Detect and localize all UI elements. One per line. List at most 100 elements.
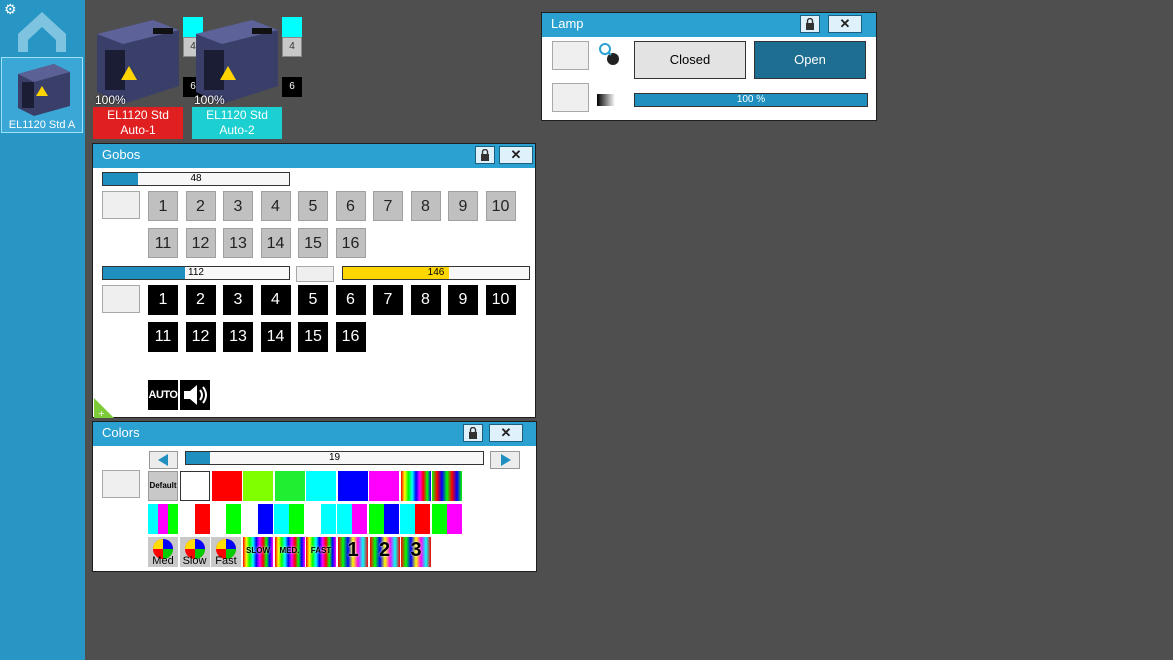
gobo-button[interactable]: 8 xyxy=(410,191,441,221)
split-color-swatch[interactable] xyxy=(211,504,241,534)
gobo-wheel2-slider[interactable]: 112 xyxy=(102,266,290,280)
lock-icon[interactable] xyxy=(475,146,495,164)
speed-wheel-button[interactable]: Slow xyxy=(179,537,210,567)
gobo-button[interactable]: 6 xyxy=(335,285,366,315)
fixture-name-badge: EL1120 Std Auto-1 xyxy=(93,107,183,139)
gobo-button[interactable]: 9 xyxy=(448,191,478,221)
split-color-swatch[interactable] xyxy=(431,504,462,534)
gobo-button[interactable]: 16 xyxy=(335,322,366,352)
color-chase-button[interactable]: FAST xyxy=(306,537,336,567)
color-swatch[interactable] xyxy=(369,471,399,501)
gobo-button[interactable]: 3 xyxy=(223,191,253,221)
gobo-button[interactable]: 5 xyxy=(298,191,328,221)
gobo-rotation-select-button[interactable] xyxy=(296,266,334,282)
colors-titlebar[interactable]: Colors ✕ xyxy=(93,422,536,446)
chase-number: 2 xyxy=(378,539,391,561)
gobo-button[interactable]: 7 xyxy=(373,285,403,315)
gobo-button[interactable]: 2 xyxy=(185,285,216,315)
sound-icon[interactable] xyxy=(180,380,210,410)
gobo-button[interactable]: 12 xyxy=(185,322,216,352)
gobo-button[interactable]: 9 xyxy=(448,285,478,315)
fixture-intensity: 100% xyxy=(95,93,126,107)
gobo-button[interactable]: 13 xyxy=(223,228,253,258)
split-color-swatch[interactable] xyxy=(305,504,336,534)
close-icon[interactable]: ✕ xyxy=(489,424,523,442)
lock-icon[interactable] xyxy=(463,424,483,442)
fixture-auto-2[interactable]: 100% EL1120 Std Auto-2 4 6 xyxy=(192,16,312,140)
close-icon[interactable]: ✕ xyxy=(828,15,862,33)
color-swatch[interactable] xyxy=(180,471,210,501)
gobo-button[interactable]: 4 xyxy=(260,285,291,315)
color-chase-button[interactable]: MED. xyxy=(274,537,305,567)
gear-icon[interactable]: ⚙ xyxy=(4,2,17,16)
gobo-button[interactable]: 1 xyxy=(148,285,178,315)
color-swatch[interactable] xyxy=(306,471,336,501)
gobo-wheel1-slider[interactable]: 48 xyxy=(102,172,290,186)
gobo-button[interactable]: 10 xyxy=(485,285,516,315)
speed-wheel-button[interactable]: Med xyxy=(148,537,178,567)
gobo-button[interactable]: 14 xyxy=(260,322,291,352)
gobo-button[interactable]: 11 xyxy=(148,228,178,258)
color-chase-button[interactable]: SLOW xyxy=(243,537,273,567)
color-prev-button[interactable] xyxy=(149,451,178,469)
gobo-button[interactable]: 5 xyxy=(298,285,328,315)
gobo-button[interactable]: 11 xyxy=(148,322,178,352)
gobo-button[interactable]: 12 xyxy=(185,228,216,258)
gobo-button[interactable]: 13 xyxy=(223,322,253,352)
color-select-button[interactable] xyxy=(102,470,140,498)
numbered-chase-button[interactable]: 2 xyxy=(369,537,400,567)
gobo-button[interactable]: 14 xyxy=(260,228,291,258)
gobo-button[interactable]: 10 xyxy=(485,191,516,221)
split-color-swatch[interactable] xyxy=(368,504,399,534)
fixture-thumbnail xyxy=(18,64,70,116)
gobo-button[interactable]: 3 xyxy=(223,285,253,315)
gobo-button[interactable]: 2 xyxy=(185,191,216,221)
gobo-wheel1-select-button[interactable] xyxy=(102,191,140,219)
rainbow-color-button[interactable] xyxy=(401,471,431,501)
gobo-button[interactable]: 15 xyxy=(298,322,328,352)
split-color-swatch[interactable] xyxy=(242,504,273,534)
gobo-rotation-slider[interactable]: 146 xyxy=(342,266,530,280)
color-wheel-slider[interactable]: 19 xyxy=(185,451,484,465)
sidebar-fixture-tile[interactable]: EL1120 Std A xyxy=(1,57,83,133)
gobo-button[interactable]: 6 xyxy=(335,191,366,221)
resize-grip-icon[interactable]: + xyxy=(94,398,114,418)
gobo-button[interactable]: 7 xyxy=(373,191,403,221)
speed-wheel-button[interactable]: Fast xyxy=(211,537,241,567)
split-color-swatch[interactable] xyxy=(148,504,178,534)
gobo-wheel2-select-button[interactable] xyxy=(102,285,140,313)
open-button[interactable]: Open xyxy=(754,41,866,79)
default-color-button[interactable]: Default xyxy=(148,471,178,501)
lamp-titlebar[interactable]: Lamp ✕ xyxy=(542,13,876,37)
gobos-panel: Gobos ✕ 48 1 2 3 4 5 6 7 8 9 10 11 12 13 14 15 16 112 1… xyxy=(92,143,536,418)
auto-button[interactable]: AUTO xyxy=(148,380,178,410)
color-swatch[interactable] xyxy=(274,471,305,501)
lock-icon[interactable] xyxy=(800,15,820,33)
split-color-swatch[interactable] xyxy=(179,504,210,534)
gobo-button[interactable]: 4 xyxy=(260,191,291,221)
chase-label: MED. xyxy=(279,546,300,555)
gobo-button[interactable]: 16 xyxy=(335,228,366,258)
split-color-swatch[interactable] xyxy=(274,504,304,534)
color-swatch[interactable] xyxy=(211,471,242,501)
dimmer-select-button[interactable] xyxy=(552,83,589,112)
rgb-stripe-color-button[interactable] xyxy=(432,471,462,501)
color-swatch[interactable] xyxy=(243,471,273,501)
dimmer-slider[interactable]: 100 % xyxy=(634,93,868,107)
numbered-chase-button[interactable]: 3 xyxy=(401,537,431,567)
gobos-titlebar[interactable]: Gobos ✕ xyxy=(93,144,535,168)
closed-button[interactable]: Closed xyxy=(634,41,746,79)
numbered-chase-button[interactable]: 1 xyxy=(338,537,368,567)
close-icon[interactable]: ✕ xyxy=(499,146,533,164)
color-next-button[interactable] xyxy=(490,451,520,469)
color-swatch[interactable] xyxy=(337,471,368,501)
gobo-button[interactable]: 8 xyxy=(410,285,441,315)
chase-label: FAST xyxy=(310,546,332,555)
lamp-select-button[interactable] xyxy=(552,41,589,70)
split-color-swatch[interactable] xyxy=(337,504,367,534)
gobo-button[interactable]: 1 xyxy=(148,191,178,221)
split-color-swatch[interactable] xyxy=(400,504,430,534)
gobo-indicator: 4 xyxy=(282,37,302,57)
gobo-button[interactable]: 15 xyxy=(298,228,328,258)
up-arrow-icon[interactable] xyxy=(16,10,68,52)
